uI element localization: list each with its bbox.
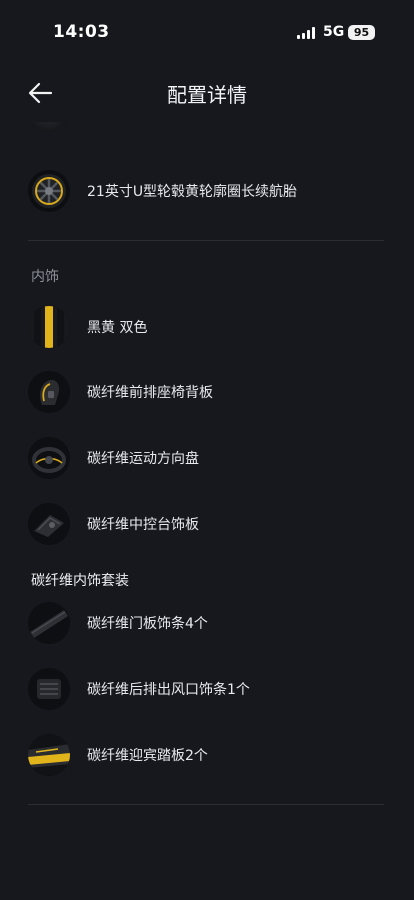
- nav-bar: 配置详情: [0, 66, 414, 122]
- network-type: 5G: [323, 24, 345, 40]
- page-title: 配置详情: [167, 83, 247, 107]
- list-item-label: 碳纤维后排出风口饰条1个: [87, 682, 250, 698]
- section-heading-interior: 内饰: [31, 269, 59, 285]
- battery-icon: 95: [348, 25, 375, 40]
- seat-back-thumbnail: [28, 371, 70, 413]
- partial-thumbnail: [28, 122, 68, 132]
- door-trim-thumbnail: [28, 602, 70, 644]
- section-heading-carbon-package: 碳纤维内饰套装: [31, 573, 129, 589]
- list-item-label: 碳纤维门板饰条4个: [87, 616, 208, 632]
- air-vent-thumbnail: [28, 668, 70, 710]
- list-item-label: 21英寸U型轮毂黄轮廓圈长续航胎: [87, 184, 298, 200]
- list-item-label: 碳纤维运动方向盘: [87, 451, 199, 467]
- status-time: 14:03: [53, 22, 110, 42]
- divider: [28, 240, 384, 241]
- divider: [28, 804, 384, 805]
- console-trim-thumbnail: [28, 503, 70, 545]
- list-item-label: 碳纤维前排座椅背板: [87, 385, 213, 401]
- sill-plate-thumbnail: [28, 734, 70, 776]
- wheel-thumbnail: [28, 170, 70, 212]
- list-item-label: 黑黄 双色: [87, 320, 148, 336]
- list-item-wheels[interactable]: 21英寸U型轮毂黄轮廓圈长续航胎: [28, 166, 388, 216]
- config-list[interactable]: 21英寸U型轮毂黄轮廓圈长续航胎 内饰 黑黄 双色 碳纤维前排座椅背板 碳纤维运…: [0, 122, 414, 900]
- list-item-air-vent[interactable]: 碳纤维后排出风口饰条1个: [28, 664, 388, 714]
- list-item-console[interactable]: 碳纤维中控台饰板: [28, 499, 388, 549]
- status-bar: 14:03 5G 95: [0, 0, 414, 66]
- list-item-label: 碳纤维迎宾踏板2个: [87, 748, 208, 764]
- list-item-door-trim[interactable]: 碳纤维门板饰条4个: [28, 598, 388, 648]
- list-item-sill-plate[interactable]: 碳纤维迎宾踏板2个: [28, 730, 388, 780]
- signal-icon: [297, 27, 317, 39]
- list-item-seat-back[interactable]: 碳纤维前排座椅背板: [28, 367, 388, 417]
- list-item-color[interactable]: 黑黄 双色: [28, 302, 388, 352]
- two-tone-thumbnail: [28, 306, 70, 348]
- list-item-label: 碳纤维中控台饰板: [87, 517, 199, 533]
- list-item-steering[interactable]: 碳纤维运动方向盘: [28, 433, 388, 483]
- steering-wheel-thumbnail: [28, 437, 70, 479]
